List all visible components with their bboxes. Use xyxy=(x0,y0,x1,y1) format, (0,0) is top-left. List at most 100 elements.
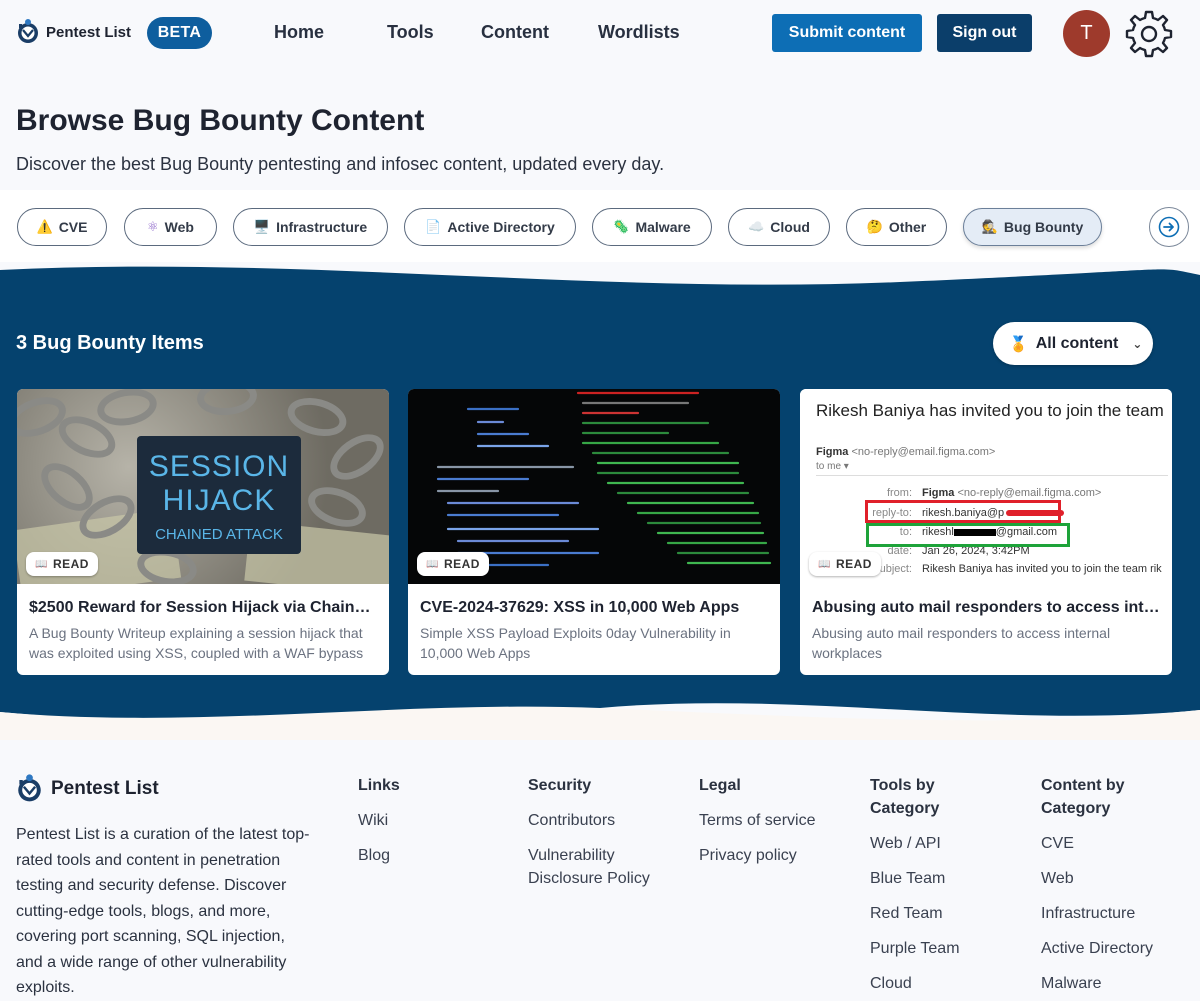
footer-column-links: Links xyxy=(358,774,400,797)
nav-home[interactable]: Home xyxy=(274,22,324,43)
page-subtitle: Discover the best Bug Bounty pentesting … xyxy=(16,154,665,174)
dropdown-selected-value: All content xyxy=(1035,334,1119,352)
user-avatar[interactable]: T xyxy=(1063,10,1110,57)
footer-link-tools-red-team[interactable]: Red Team xyxy=(870,902,943,925)
filter-chip-cloud[interactable]: ☁️ Cloud xyxy=(728,208,830,246)
content-type-dropdown[interactable]: 🏅 All content ⌄ xyxy=(993,322,1153,365)
footer-link-tools-blue-team[interactable]: Blue Team xyxy=(870,867,945,890)
computer-icon: 🖥️ xyxy=(253,219,271,234)
highlight-box-red xyxy=(865,500,1061,523)
footer-column-heading: Security xyxy=(528,777,592,794)
filter-chip-label: CVE xyxy=(58,219,88,235)
nav-wordlists[interactable]: Wordlists xyxy=(598,22,680,43)
submit-content-button[interactable]: Submit content xyxy=(772,14,922,52)
filter-chip-web[interactable]: ⚛ Web xyxy=(124,208,217,246)
footer-link-tools-web-api[interactable]: Web / API xyxy=(870,832,941,855)
document-icon: 📄 xyxy=(425,219,442,234)
gear-icon[interactable] xyxy=(1124,9,1174,59)
filter-chip-label: Bug Bounty xyxy=(1003,219,1084,235)
card-title[interactable]: $2500 Reward for Session Hijack via Chai… xyxy=(29,599,379,617)
email-subject-heading: Rikesh Baniya has invited you to join th… xyxy=(816,401,1164,420)
filter-chip-cve[interactable]: ⚠️ CVE xyxy=(17,208,107,246)
filter-chip-infrastructure[interactable]: 🖥️ Infrastructure xyxy=(233,208,388,246)
owl-logo-icon xyxy=(18,774,41,802)
row-value: <no-reply@email.figma.com> xyxy=(957,487,1102,499)
filter-chip-label: Other xyxy=(888,219,927,235)
beta-badge: BETA xyxy=(147,17,212,49)
read-badge: 📖 READ xyxy=(417,552,489,576)
footer-link-tools-purple-team[interactable]: Purple Team xyxy=(870,937,960,960)
filter-chip-active-directory[interactable]: 📄 Active Directory xyxy=(404,208,576,246)
read-badge: 📖 READ xyxy=(26,552,98,576)
row-value: Rikesh Baniya has invited you to join th… xyxy=(922,563,1162,575)
thumbnail-title-box: SESSION HIJACK CHAINED ATTACK xyxy=(137,436,301,554)
email-header-row: subject: Rikesh Baniya has invited you to… xyxy=(840,563,1162,575)
footer-link-tools-cloud[interactable]: Cloud xyxy=(870,972,912,995)
footer-column-heading: Tools by Category xyxy=(870,777,940,817)
footer-link-privacy[interactable]: Privacy policy xyxy=(699,844,797,867)
content-card[interactable]: SESSION HIJACK CHAINED ATTACK 📖 READ $25… xyxy=(17,389,389,675)
footer-column-heading: Legal xyxy=(699,777,741,794)
thumbnail-text: SESSION xyxy=(148,450,290,483)
footer-link-contributors[interactable]: Contributors xyxy=(528,809,615,832)
medal-icon: 🏅 xyxy=(1009,335,1028,353)
filter-chip-label: Malware xyxy=(635,219,691,235)
filter-chip-label: Infrastructure xyxy=(276,219,368,235)
badge-label: READ xyxy=(52,557,89,571)
brand-logo[interactable]: Pentest List xyxy=(16,18,131,46)
footer-brand-name: Pentest List xyxy=(51,778,159,799)
footer-link-vulnerability-disclosure[interactable]: Vulnerability Disclosure Policy xyxy=(528,844,668,890)
thumbnail-text: CHAINED ATTACK xyxy=(155,526,283,543)
card-description: A Bug Bounty Writeup explaining a sessio… xyxy=(29,625,364,661)
card-title[interactable]: Abusing auto mail responders to access i… xyxy=(812,599,1162,617)
nav-tools[interactable]: Tools xyxy=(387,22,434,43)
filter-chip-other[interactable]: 🤔 Other xyxy=(846,208,947,246)
hacker-icon: 🕵️ xyxy=(981,219,998,234)
footer-link-content-active-directory[interactable]: Active Directory xyxy=(1041,937,1153,960)
recipient-label: to me xyxy=(816,461,842,472)
book-icon: 📖 xyxy=(426,558,439,570)
chevron-down-icon: ⌄ xyxy=(1132,336,1143,351)
cloud-icon: ☁️ xyxy=(748,219,765,234)
page-title: Browse Bug Bounty Content xyxy=(16,104,425,137)
content-card[interactable]: Rikesh Baniya has invited you to join th… xyxy=(800,389,1172,675)
filter-chip-malware[interactable]: 🦠 Malware xyxy=(592,208,712,246)
footer-column-security: Security xyxy=(528,774,591,797)
book-icon: 📖 xyxy=(35,558,48,570)
card-description: Simple XSS Payload Exploits 0day Vulnera… xyxy=(420,625,731,661)
email-recipient-toggle: to me ▾ xyxy=(816,461,849,472)
footer-link-terms[interactable]: Terms of service xyxy=(699,809,815,832)
owl-logo-icon xyxy=(18,19,38,43)
footer-link-blog[interactable]: Blog xyxy=(358,844,390,867)
thinking-icon: 🤔 xyxy=(866,219,883,234)
badge-label: READ xyxy=(443,557,480,571)
footer-column-content: Content by Category xyxy=(1041,774,1151,820)
email-sender: Figma <no-reply@email.figma.com> xyxy=(816,446,995,458)
divider xyxy=(816,475,1168,476)
book-icon: 📖 xyxy=(818,558,831,570)
row-value: Figma xyxy=(922,487,955,499)
footer-link-content-malware[interactable]: Malware xyxy=(1041,972,1101,995)
footer-column-heading: Content by Category xyxy=(1041,777,1125,817)
footer-link-content-web[interactable]: Web xyxy=(1041,867,1074,890)
sign-out-button[interactable]: Sign out xyxy=(937,14,1032,52)
web-icon: ⚛ xyxy=(147,219,159,234)
card-description: Abusing auto mail responders to access i… xyxy=(812,625,1111,661)
footer-column-heading: Links xyxy=(358,777,400,794)
bug-icon: 🦠 xyxy=(613,219,630,234)
thumbnail-text: HIJACK xyxy=(162,484,276,517)
card-title[interactable]: CVE-2024-37629: XSS in 10,000 Web Apps xyxy=(420,599,770,617)
footer-link-content-cve[interactable]: CVE xyxy=(1041,832,1074,855)
content-card[interactable]: 📖 READ CVE-2024-37629: XSS in 10,000 Web… xyxy=(408,389,780,675)
nav-content[interactable]: Content xyxy=(481,22,549,43)
footer-description: Pentest List is a curation of the latest… xyxy=(16,826,310,996)
footer-link-content-infrastructure[interactable]: Infrastructure xyxy=(1041,902,1135,925)
filter-chip-label: Cloud xyxy=(770,219,810,235)
category-filter-bar: ⚠️ CVE ⚛ Web 🖥️ Infrastructure 📄 Active … xyxy=(0,190,1200,262)
footer-brand[interactable]: Pentest List xyxy=(16,773,159,805)
warning-icon: ⚠️ xyxy=(36,219,53,234)
footer-column-legal: Legal xyxy=(699,774,741,797)
chips-scroll-right-button[interactable] xyxy=(1149,207,1189,247)
filter-chip-bug-bounty[interactable]: 🕵️ Bug Bounty xyxy=(963,208,1102,246)
footer-link-wiki[interactable]: Wiki xyxy=(358,809,388,832)
